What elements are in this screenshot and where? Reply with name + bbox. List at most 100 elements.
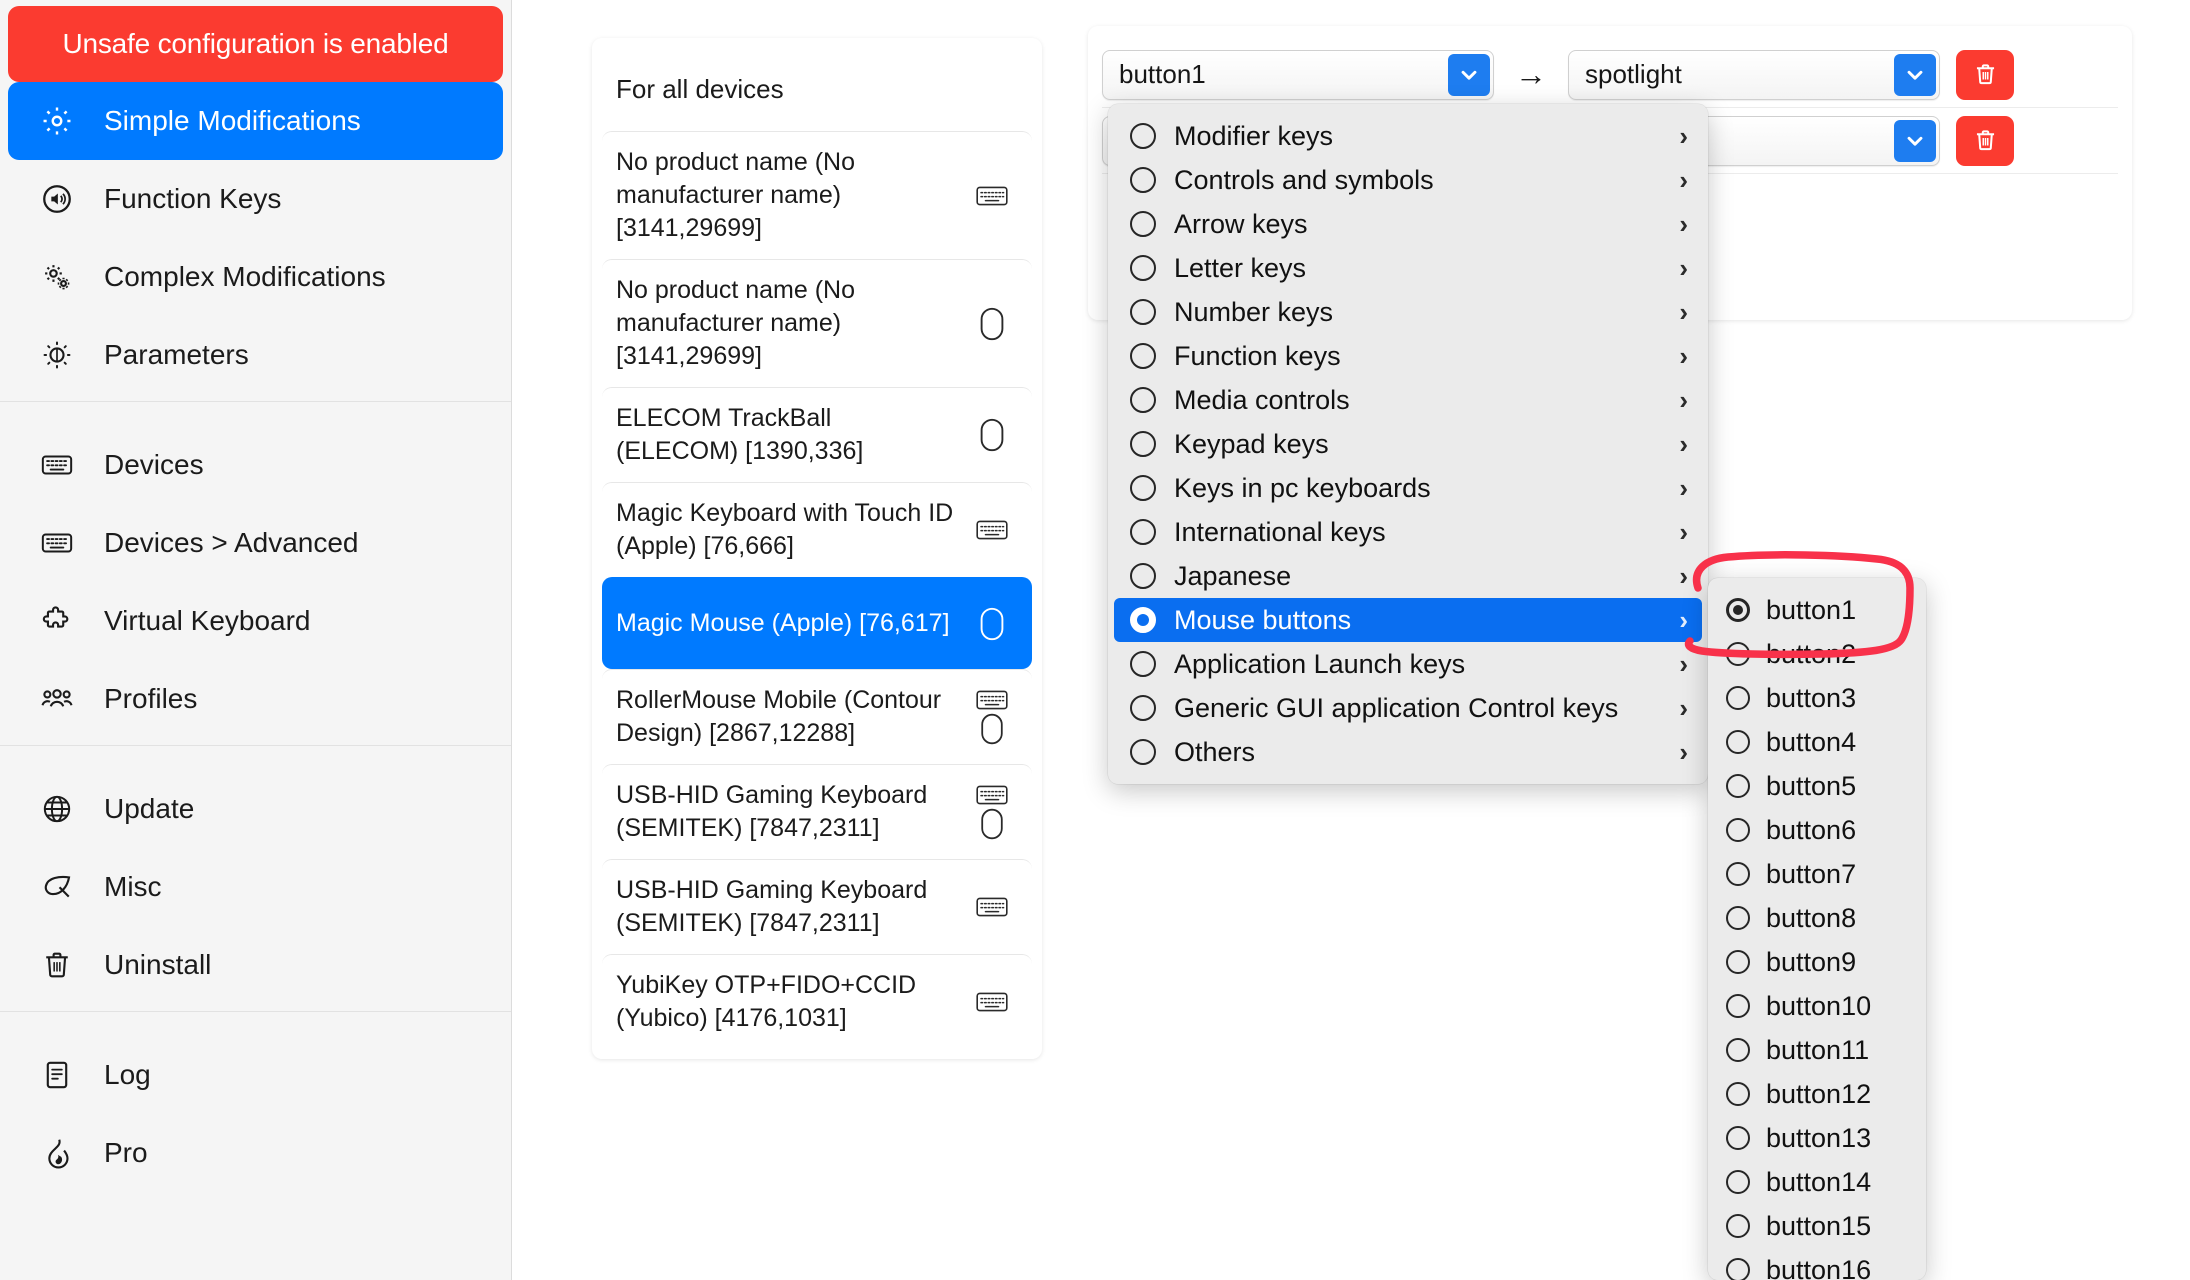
chevron-right-icon: › [1679, 252, 1688, 283]
device-row[interactable]: USB-HID Gaming Keyboard (SEMITEK) [7847,… [602, 859, 1032, 954]
device-row[interactable]: YubiKey OTP+FIDO+CCID (Yubico) [4176,103… [602, 954, 1032, 1049]
submenu-item-button11[interactable]: button11 [1714, 1028, 1920, 1072]
people-icon [38, 680, 76, 718]
radio-icon [1726, 1214, 1750, 1238]
submenu-item-button6[interactable]: button6 [1714, 808, 1920, 852]
menu-item-number-keys[interactable]: Number keys › [1114, 290, 1702, 334]
to-key-select[interactable]: spotlight [1568, 49, 1940, 100]
chevron-right-icon: › [1679, 428, 1688, 459]
sidebar-item-label: Devices [104, 449, 204, 480]
menu-item-modifier-keys[interactable]: Modifier keys › [1114, 114, 1702, 158]
device-row[interactable]: RollerMouse Mobile (Contour Design) [286… [602, 669, 1032, 764]
submenu-item-button15[interactable]: button15 [1714, 1204, 1920, 1248]
menu-item-label: Mouse buttons [1174, 604, 1352, 635]
menu-item-label: Arrow keys [1174, 208, 1308, 239]
chevron-right-icon: › [1679, 340, 1688, 371]
device-name: No product name (No manufacturer name) [… [616, 148, 856, 242]
sidebar-item-misc[interactable]: Misc [8, 848, 503, 926]
submenu-item-button13[interactable]: button13 [1714, 1116, 1920, 1160]
device-row[interactable]: ELECOM TrackBall (ELECOM) [1390,336] [602, 387, 1032, 482]
submenu-item-button14[interactable]: button14 [1714, 1160, 1920, 1204]
radio-icon [1130, 343, 1156, 369]
submenu-item-button7[interactable]: button7 [1714, 852, 1920, 896]
device-row[interactable]: No product name (No manufacturer name) [… [602, 131, 1032, 259]
menu-item-generic-gui-application-control-keys[interactable]: Generic GUI application Control keys › [1114, 686, 1702, 730]
radio-icon [1726, 862, 1750, 886]
device-row[interactable]: USB-HID Gaming Keyboard (SEMITEK) [7847,… [602, 764, 1032, 859]
submenu-item-button3[interactable]: button3 [1714, 676, 1920, 720]
submenu-item-button16[interactable]: button16 [1714, 1248, 1920, 1280]
menu-item-media-controls[interactable]: Media controls › [1114, 378, 1702, 422]
radio-icon [1726, 1170, 1750, 1194]
sidebar-divider [0, 745, 511, 746]
device-row-selected[interactable]: Magic Mouse (Apple) [76,617] [602, 577, 1032, 669]
keyboard-icon [976, 690, 1008, 710]
chevron-down-icon[interactable] [1894, 119, 1936, 162]
chevron-down-icon[interactable] [1894, 53, 1936, 96]
delete-modification-button[interactable] [1956, 49, 2014, 100]
device-row[interactable]: Magic Keyboard with Touch ID (Apple) [76… [602, 482, 1032, 577]
menu-item-arrow-keys[interactable]: Arrow keys › [1114, 202, 1702, 246]
radio-icon [1726, 730, 1750, 754]
menu-item-keypad-keys[interactable]: Keypad keys › [1114, 422, 1702, 466]
menu-item-controls-and-symbols[interactable]: Controls and symbols › [1114, 158, 1702, 202]
keyboard-icon [976, 785, 1008, 805]
to-key-value: spotlight [1585, 59, 1682, 89]
sidebar-item-virtual-keyboard[interactable]: Virtual Keyboard [8, 582, 503, 660]
submenu-item-button1[interactable]: button1 [1714, 588, 1920, 632]
menu-item-keys-in-pc-keyboards[interactable]: Keys in pc keyboards › [1114, 466, 1702, 510]
radio-icon [1130, 299, 1156, 325]
sidebar-divider [0, 401, 511, 402]
radio-icon [1726, 774, 1750, 798]
menu-item-others[interactable]: Others › [1114, 730, 1702, 774]
submenu-item-button9[interactable]: button9 [1714, 940, 1920, 984]
sidebar-item-label: Log [104, 1059, 151, 1090]
menu-item-international-keys[interactable]: International keys › [1114, 510, 1702, 554]
gear-icon [38, 102, 76, 140]
radio-icon [1130, 123, 1156, 149]
sidebar-item-log[interactable]: Log [8, 1036, 503, 1114]
device-name: YubiKey OTP+FIDO+CCID (Yubico) [4176,103… [616, 971, 917, 1032]
from-key-select[interactable]: button1 [1102, 49, 1494, 100]
sidebar-item-update[interactable]: Update [8, 770, 503, 848]
delete-modification-button[interactable] [1956, 115, 2014, 166]
menu-item-letter-keys[interactable]: Letter keys › [1114, 246, 1702, 290]
device-type-icons [970, 784, 1014, 840]
submenu-item-button8[interactable]: button8 [1714, 896, 1920, 940]
sidebar-item-label: Simple Modifications [104, 105, 361, 136]
sidebar-item-label: Virtual Keyboard [104, 605, 311, 636]
chevron-down-icon[interactable] [1448, 53, 1490, 96]
key-category-dropdown: Modifier keys › Controls and symbols › A… [1108, 104, 1708, 784]
chevron-right-icon: › [1679, 472, 1688, 503]
submenu-item-button5[interactable]: button5 [1714, 764, 1920, 808]
device-type-icons [970, 896, 1014, 918]
chevron-right-icon: › [1679, 560, 1688, 591]
sidebar-item-simple-modifications[interactable]: Simple Modifications [8, 82, 503, 160]
sidebar-item-complex-modifications[interactable]: Complex Modifications [8, 238, 503, 316]
sidebar-item-parameters[interactable]: Parameters [8, 316, 503, 394]
keyboard-icon [976, 897, 1008, 917]
device-name: RollerMouse Mobile (Contour Design) [286… [616, 686, 942, 747]
trash-icon [1976, 64, 1994, 85]
menu-item-label: Others [1174, 736, 1256, 767]
sidebar-item-devices-advanced[interactable]: Devices > Advanced [8, 504, 503, 582]
sidebar-item-uninstall[interactable]: Uninstall [8, 926, 503, 1004]
submenu-item-label: button2 [1766, 638, 1857, 669]
sidebar-item-devices[interactable]: Devices [8, 426, 503, 504]
device-row[interactable]: No product name (No manufacturer name) [… [602, 259, 1032, 387]
sidebar-group-system: Update Misc Uninstall [0, 770, 511, 1004]
device-type-icons [970, 519, 1014, 541]
radio-icon [1130, 167, 1156, 193]
device-list-card: For all devices No product name (No manu… [592, 38, 1042, 1059]
sidebar-item-function-keys[interactable]: Function Keys [8, 160, 503, 238]
submenu-item-button4[interactable]: button4 [1714, 720, 1920, 764]
submenu-item-button12[interactable]: button12 [1714, 1072, 1920, 1116]
menu-item-japanese[interactable]: Japanese › [1114, 554, 1702, 598]
submenu-item-button10[interactable]: button10 [1714, 984, 1920, 1028]
menu-item-application-launch-keys[interactable]: Application Launch keys › [1114, 642, 1702, 686]
submenu-item-button2[interactable]: button2 [1714, 632, 1920, 676]
menu-item-mouse-buttons[interactable]: Mouse buttons › [1114, 598, 1702, 642]
menu-item-function-keys[interactable]: Function keys › [1114, 334, 1702, 378]
sidebar-item-pro[interactable]: Pro [8, 1114, 503, 1192]
sidebar-item-profiles[interactable]: Profiles [8, 660, 503, 738]
